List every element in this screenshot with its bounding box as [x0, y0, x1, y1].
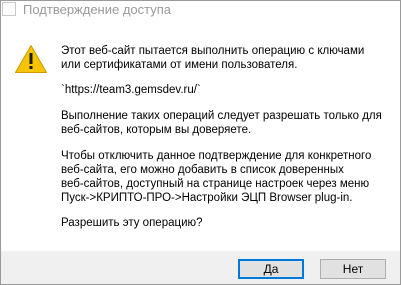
- message-line: Пуск->КРИПТО-ПРО->Настройки ЭЦП Browser …: [61, 192, 353, 204]
- message-line: Чтобы отключить данное подтверждение для…: [61, 150, 372, 162]
- no-button[interactable]: Нет: [320, 259, 386, 279]
- blank-window-icon: [2, 2, 16, 16]
- dialog-title: Подтверждение доступа: [23, 2, 172, 17]
- site-url: `https://team3.gemsdev.ru/`: [61, 84, 201, 96]
- message-line: веб-сайта, его можно добавить в список д…: [61, 164, 344, 176]
- message-line: Этот веб-сайт пытается выполнить операци…: [61, 45, 365, 57]
- message-line: Выполнение таких операций следует разреш…: [61, 110, 382, 122]
- question-text: Разрешить эту операцию?: [61, 217, 203, 229]
- message-line: или сертификатами от имени пользователя.: [61, 59, 298, 71]
- button-bar: Да Нет: [1, 251, 400, 284]
- message-line: веб-сайтов, которым вы доверяете.: [61, 124, 252, 136]
- warning-icon: [15, 45, 47, 73]
- message-line: веб-сайтов, доступный на странице настро…: [61, 178, 370, 190]
- yes-button[interactable]: Да: [238, 259, 304, 279]
- dialog-content: Этот веб-сайт пытается выполнить операци…: [1, 31, 400, 251]
- title-bar[interactable]: Подтверждение доступа: [1, 1, 400, 31]
- confirmation-dialog: Подтверждение доступа Этот веб-сайт пыта…: [0, 0, 401, 285]
